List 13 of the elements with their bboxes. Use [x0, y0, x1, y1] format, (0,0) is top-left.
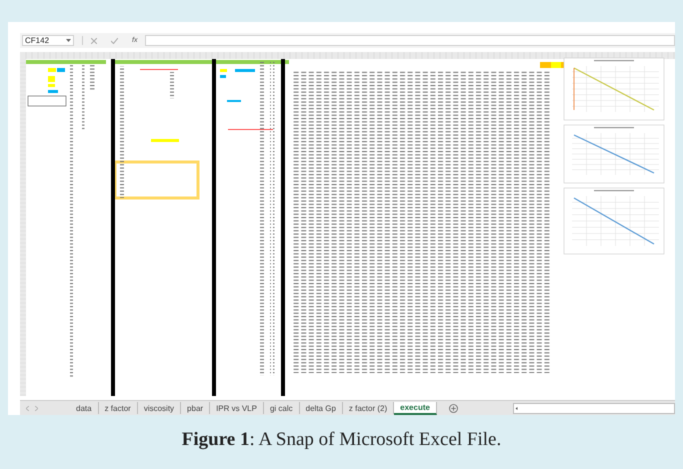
- next-sheet-icon[interactable]: [35, 406, 38, 410]
- cancel-icon[interactable]: [91, 38, 97, 44]
- figure-caption: Figure 1: A Snap of Microsoft Excel File.: [182, 429, 502, 451]
- formula-input[interactable]: [145, 35, 675, 46]
- previous-sheet-icon[interactable]: [26, 406, 29, 410]
- horizontal-scrollbar[interactable]: [513, 402, 675, 414]
- checkmark-icon[interactable]: [111, 38, 118, 44]
- name-box[interactable]: CF142: [22, 35, 74, 46]
- scroll-left-icon[interactable]: [514, 406, 519, 410]
- sheet-tab[interactable]: delta Gp: [300, 402, 343, 414]
- sheet-tab[interactable]: execute: [394, 402, 437, 414]
- sheet-tab[interactable]: z factor: [98, 402, 138, 414]
- add-sheet-icon[interactable]: [448, 404, 458, 412]
